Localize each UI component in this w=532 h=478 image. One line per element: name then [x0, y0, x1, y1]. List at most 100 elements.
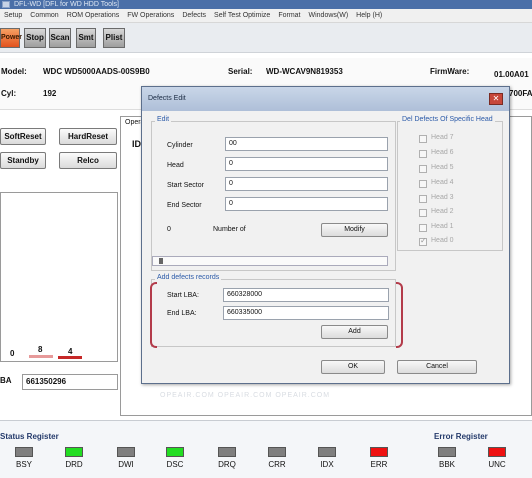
menu-defects[interactable]: Defects [178, 12, 210, 19]
bbk-label: BBK [438, 460, 455, 469]
head-4-checkbox[interactable] [419, 180, 427, 188]
cyl-label: Cyl: [1, 89, 17, 98]
serial-label: Serial: [228, 67, 253, 76]
end-lba-field[interactable]: 660335000 [223, 306, 389, 320]
cyl-value: 192 [43, 89, 57, 98]
start-lba-label: Start LBA: [167, 292, 199, 299]
bar-label-2: 4 [68, 347, 73, 356]
head-3-label: Head 3 [431, 194, 454, 201]
id-column-header: ID [132, 139, 141, 149]
head-label: Head [167, 162, 184, 169]
model-label: Model: [1, 67, 27, 76]
add-button[interactable]: Add [321, 325, 388, 339]
watermark: OPEAIR.COM OPEAIR.COM OPEAIR.COM [160, 392, 331, 399]
standby-button[interactable]: Standby [0, 152, 46, 169]
err-led [370, 447, 388, 457]
drq-led [218, 447, 236, 457]
status-register-title: Status Register [0, 432, 59, 441]
softreset-button[interactable]: SoftReset [0, 128, 46, 145]
window-title: DFL-WD [DFL for WD HDD Tools] [14, 1, 120, 8]
menu-format[interactable]: Format [274, 12, 304, 19]
head-6-label: Head 6 [431, 149, 454, 156]
drd-label: DRD [65, 460, 83, 469]
model-value: WDC WD5000AADS-00S9B0 [43, 67, 150, 76]
toolbar: Power Stop Scan Smt Plist [0, 23, 532, 53]
crr-led [268, 447, 286, 457]
error-register-title: Error Register [434, 432, 488, 441]
menu-rom-operations[interactable]: ROM Operations [63, 12, 124, 19]
edit-group-label: Edit [155, 116, 172, 123]
head-7-checkbox[interactable] [419, 135, 427, 143]
stop-button[interactable]: Stop [24, 28, 46, 48]
window-title-bar: DFL-WD [DFL for WD HDD Tools] [0, 0, 532, 9]
close-icon[interactable]: ✕ [489, 93, 503, 105]
head-2-checkbox[interactable] [419, 209, 427, 217]
relco-button[interactable]: Relco [59, 152, 117, 169]
defects-edit-dialog: Defects Edit ✕ Edit Cylinder 00 Head 0 S… [141, 86, 510, 384]
idx-label: IDX [320, 460, 334, 469]
cancel-button[interactable]: Cancel [397, 360, 477, 374]
partial-value: 700FA [509, 89, 532, 98]
defect-count: 0 [167, 226, 171, 233]
head-0-label: Head 0 [431, 237, 454, 244]
head-1-checkbox[interactable] [419, 224, 427, 232]
firmware-value: 01.00A01 [494, 70, 529, 79]
bsy-label: BSY [15, 460, 32, 469]
bsy-led [15, 447, 33, 457]
idx-led [318, 447, 336, 457]
dwi-led [117, 447, 135, 457]
firmware-label: FirmWare: [430, 67, 470, 76]
plist-button[interactable]: Plist [103, 28, 125, 48]
head-3-checkbox[interactable] [419, 195, 427, 203]
defect-graph: 0 8 4 [0, 192, 118, 362]
menu-common[interactable]: Common [26, 12, 62, 19]
start-lba-field[interactable]: 660328000 [223, 288, 389, 302]
end-lba-label: End LBA: [167, 310, 197, 317]
crr-label: CRR [268, 460, 286, 469]
dsc-label: DSC [166, 460, 184, 469]
modify-button[interactable]: Modify [321, 223, 388, 237]
unc-label: UNC [488, 460, 506, 469]
start-sector-label: Start Sector [167, 182, 204, 189]
menu-setup[interactable]: Setup [0, 12, 26, 19]
menu-bar: Setup Common ROM Operations FW Operation… [0, 9, 532, 23]
left-bracket-annotation [150, 282, 157, 348]
menu-self-test-optimize[interactable]: Self Test Optimize [210, 12, 274, 19]
head-5-label: Head 5 [431, 164, 454, 171]
head-0-checkbox[interactable] [419, 236, 427, 246]
start-sector-field[interactable]: 0 [225, 177, 388, 191]
drq-label: DRQ [218, 460, 236, 469]
menu-fw-operations[interactable]: FW Operations [123, 12, 178, 19]
scan-button[interactable]: Scan [49, 28, 71, 48]
cylinder-label: Cylinder [167, 142, 193, 149]
dsc-led [166, 447, 184, 457]
dialog-title: Defects Edit [142, 87, 509, 111]
end-sector-field[interactable]: 0 [225, 197, 388, 211]
head-6-checkbox[interactable] [419, 150, 427, 158]
menu-windows[interactable]: Windows(W) [305, 12, 353, 19]
head-2-label: Head 2 [431, 208, 454, 215]
del-head-group-label: Del Defects Of Specific Head [400, 116, 495, 123]
menu-help[interactable]: Help (H) [352, 12, 386, 19]
serial-value: WD-WCAV9N819353 [266, 67, 343, 76]
graph-bar-2 [58, 356, 82, 359]
end-sector-label: End Sector [167, 202, 202, 209]
power-button[interactable]: Power [0, 28, 22, 48]
smt-button[interactable]: Smt [76, 28, 96, 48]
slider-thumb[interactable] [159, 258, 163, 264]
app-icon [2, 1, 10, 8]
ok-button[interactable]: OK [321, 360, 385, 374]
hardreset-button[interactable]: HardReset [59, 128, 117, 145]
lba-value: 661350296 [22, 374, 118, 390]
dwi-label: DWI [118, 460, 134, 469]
cylinder-field[interactable]: 00 [225, 137, 388, 151]
head-5-checkbox[interactable] [419, 165, 427, 173]
lba-label: BA [0, 376, 12, 385]
number-of-label: Number of [213, 226, 246, 233]
bbk-led [438, 447, 456, 457]
unc-led [488, 447, 506, 457]
graph-bar-1 [29, 355, 53, 358]
head-field[interactable]: 0 [225, 157, 388, 171]
head-4-label: Head 4 [431, 179, 454, 186]
sector-slider[interactable] [152, 256, 388, 266]
